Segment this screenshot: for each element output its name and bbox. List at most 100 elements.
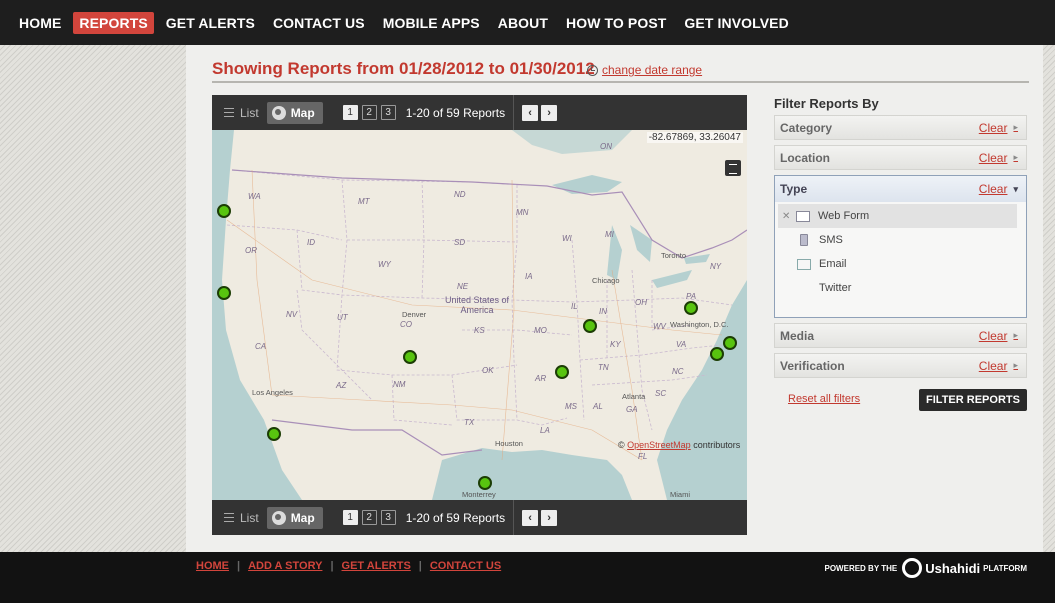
page-1-button[interactable]: 1 — [342, 510, 358, 525]
nav-get-involved[interactable]: GET INVOLVED — [678, 12, 794, 34]
report-marker-houston[interactable] — [478, 476, 492, 490]
page-area: Showing Reports from 01/28/2012 to 01/30… — [0, 45, 1055, 552]
map-view-button[interactable]: Map — [266, 101, 323, 124]
footer-link-contact-us[interactable]: CONTACT US — [430, 560, 501, 572]
next-page-button[interactable]: › — [541, 509, 558, 526]
map-state-label: MT — [358, 197, 370, 206]
nav-home[interactable]: HOME — [13, 12, 67, 34]
page-3-button[interactable]: 3 — [380, 510, 396, 525]
filter-media[interactable]: Media Clear ▸ — [774, 323, 1027, 348]
page-2-button[interactable]: 2 — [361, 105, 377, 120]
remove-icon[interactable]: ✕ — [782, 211, 792, 222]
report-marker-portland[interactable] — [217, 286, 231, 300]
map-state-label: AR — [535, 374, 547, 383]
type-option-label: Web Form — [818, 210, 870, 222]
ushahidi-logo-icon — [902, 558, 923, 578]
map-state-label: NE — [457, 282, 469, 291]
page-arrows: ‹ › — [522, 104, 560, 121]
page-arrows: ‹ › — [522, 509, 560, 526]
powered-prefix: POWERED BY THE — [824, 563, 898, 573]
type-option-sms[interactable]: SMS — [775, 228, 1026, 252]
clear-label: Clear — [978, 182, 1008, 196]
filter-category[interactable]: Category Clear ▸ — [774, 115, 1027, 140]
map-state-label: SD — [454, 238, 466, 247]
map-state-label: PA — [686, 292, 697, 301]
nav-reports[interactable]: REPORTS — [73, 11, 154, 34]
filter-reports-button[interactable]: FILTER REPORTS — [919, 389, 1027, 411]
left-stripe-decoration — [0, 45, 186, 552]
footer-link-home[interactable]: HOME — [196, 560, 229, 572]
report-range-info: 1-20 of 59 Reports — [405, 105, 506, 120]
report-marker-new-york[interactable] — [723, 336, 737, 350]
attribution-suffix: contributors — [693, 440, 741, 450]
report-marker-toronto[interactable] — [684, 301, 698, 315]
nav-mobile-apps[interactable]: MOBILE APPS — [377, 12, 486, 34]
nav-how-to-post[interactable]: HOW TO POST — [560, 12, 672, 34]
change-date-range-link[interactable]: change date range — [587, 63, 702, 77]
map-state-label: WI — [562, 234, 572, 243]
list-view-button[interactable]: List — [224, 106, 259, 120]
type-option-label: SMS — [819, 234, 843, 246]
filter-title: Filter Reports By — [774, 96, 879, 111]
filter-verification[interactable]: Verification Clear ▸ — [774, 353, 1027, 378]
chevron-right-icon: ▸ — [1013, 330, 1018, 340]
reports-map[interactable]: -82.67869, 33.26047 WA MT ND MN OR ID SD… — [212, 130, 747, 500]
map-state-label: AL — [593, 402, 603, 411]
map-state-label: TX — [464, 418, 475, 427]
layer-switcher-icon[interactable] — [725, 160, 741, 176]
list-icon — [224, 513, 234, 522]
filter-location[interactable]: Location Clear ▸ — [774, 145, 1027, 170]
list-view-button[interactable]: List — [224, 511, 259, 525]
clear-label: Clear — [978, 328, 1008, 343]
filter-section-label: Verification — [780, 358, 845, 373]
prev-page-button[interactable]: ‹ — [522, 104, 539, 121]
footer-link-get-alerts[interactable]: GET ALERTS — [342, 560, 411, 572]
powered-by-badge[interactable]: POWERED BY THE Ushahidi PLATFORM — [824, 558, 1027, 578]
page-2-button[interactable]: 2 — [361, 510, 377, 525]
filter-clear-link[interactable]: Clear ▸ — [979, 121, 1018, 135]
type-option-email[interactable]: Email — [775, 252, 1026, 276]
map-view-label: Map — [290, 105, 315, 120]
list-view-label: List — [240, 510, 259, 525]
type-option-web-form[interactable]: ✕ Web Form — [778, 204, 1017, 228]
map-city-label: Monterrey — [462, 490, 496, 499]
filter-section-label: Type — [780, 182, 808, 196]
nav-about[interactable]: ABOUT — [492, 12, 554, 34]
next-page-button[interactable]: › — [541, 104, 558, 121]
reset-all-filters-link[interactable]: Reset all filters — [788, 393, 860, 405]
map-state-label: NM — [393, 380, 406, 389]
map-state-label: AZ — [336, 381, 347, 390]
openstreetmap-link[interactable]: OpenStreetMap — [627, 440, 691, 450]
map-city-label: Los Angeles — [252, 388, 293, 397]
clear-label: Clear — [978, 358, 1008, 373]
map-toolbar-top: List Map 1 2 3 1-20 of 59 Reports ‹ › — [212, 95, 747, 130]
toolbar-separator — [513, 500, 515, 535]
report-marker-los-angeles[interactable] — [267, 427, 281, 441]
filter-clear-link[interactable]: Clear ▾ — [979, 182, 1018, 196]
map-state-label: LA — [540, 426, 550, 435]
chevron-right-icon: ▸ — [1013, 360, 1018, 370]
prev-page-button[interactable]: ‹ — [522, 509, 539, 526]
map-city-label: Houston — [495, 439, 523, 448]
report-marker-st-louis[interactable] — [555, 365, 569, 379]
filter-clear-link[interactable]: Clear ▸ — [979, 329, 1018, 343]
report-marker-denver[interactable] — [403, 350, 417, 364]
web-form-icon — [796, 210, 810, 222]
page-3-button[interactable]: 3 — [380, 105, 396, 120]
map-state-label: CA — [255, 342, 267, 351]
report-marker-chicago[interactable] — [583, 319, 597, 333]
clear-label: Clear — [978, 150, 1008, 165]
nav-get-alerts[interactable]: GET ALERTS — [160, 12, 261, 34]
report-marker-seattle[interactable] — [217, 204, 231, 218]
map-view-button[interactable]: Map — [266, 506, 323, 529]
map-state-label: FL — [638, 452, 648, 461]
filter-clear-link[interactable]: Clear ▸ — [979, 359, 1018, 373]
report-marker-washington[interactable] — [710, 347, 724, 361]
map-city-label: Miami — [670, 490, 690, 499]
filter-clear-link[interactable]: Clear ▸ — [979, 151, 1018, 165]
filter-type-header[interactable]: Type Clear ▾ — [775, 176, 1026, 202]
footer-link-add-story[interactable]: ADD A STORY — [248, 560, 322, 572]
type-option-twitter[interactable]: Twitter — [775, 276, 1026, 300]
nav-contact-us[interactable]: CONTACT US — [267, 12, 371, 34]
page-1-button[interactable]: 1 — [342, 105, 358, 120]
